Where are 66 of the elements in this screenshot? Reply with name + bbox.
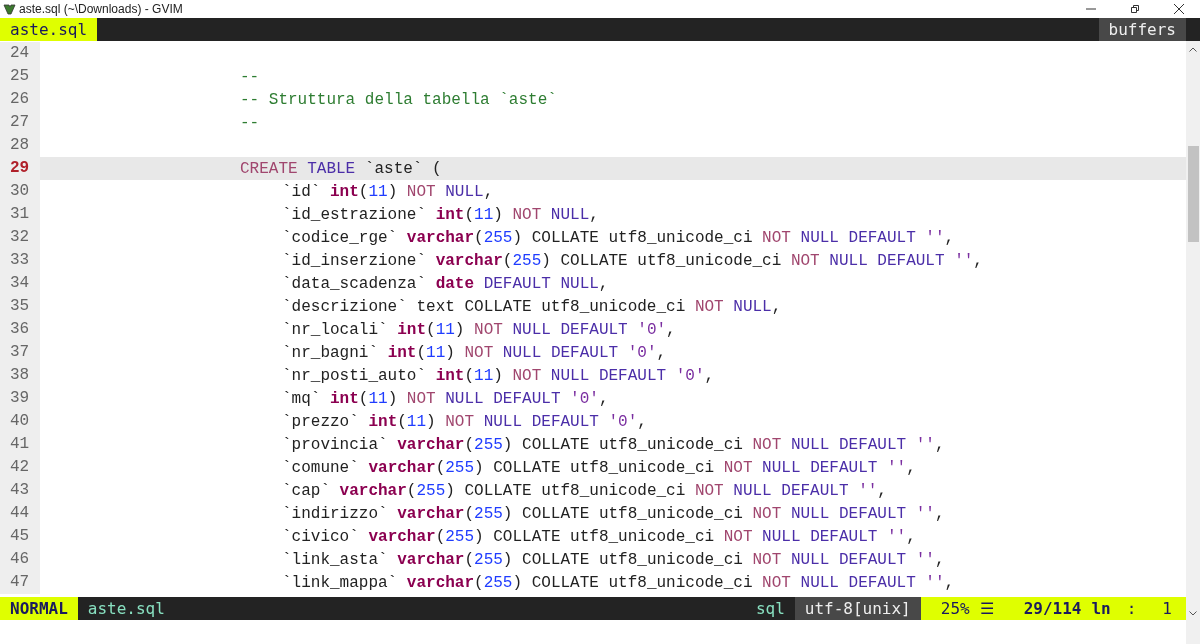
code-line: `indirizzo` varchar(255) COLLATE utf8_unicode_ci NOT NULL DEFAULT '', (281, 503, 945, 525)
line-number: 46 (0, 548, 40, 571)
line-number: 29 (0, 157, 40, 180)
code-line: `civico` varchar(255) COLLATE utf8_unicode_ci NOT NULL DEFAULT '', (281, 526, 916, 548)
line-number: 38 (0, 364, 40, 387)
separator: : (1125, 598, 1138, 620)
scrollbar-thumb[interactable] (1188, 146, 1199, 242)
line-number: 26 (0, 88, 40, 111)
line-number: 24 (0, 42, 40, 65)
code-line: `comune` varchar(255) COLLATE utf8_unicode_ci NOT NULL DEFAULT '', (281, 457, 916, 479)
file-name: aste.sql (86, 598, 166, 620)
code-line: `id_inserzione` varchar(255) COLLATE utf8_unicode_ci NOT NULL DEFAULT '', (281, 250, 983, 272)
code-line: `provincia` varchar(255) COLLATE utf8_unicode_ci NOT NULL DEFAULT '', (281, 434, 945, 456)
restore-icon[interactable] (1130, 4, 1140, 14)
close-icon[interactable] (1174, 4, 1184, 14)
encoding-label: utf-8[unix] (794, 597, 921, 620)
line-number: 31 (0, 203, 40, 226)
line-number: 42 (0, 456, 40, 479)
code-line: `mq` int(11) NOT NULL DEFAULT '0', (281, 388, 609, 410)
scroll-up-icon[interactable] (1189, 47, 1197, 52)
menu-icon: ☰ (979, 597, 994, 620)
column-number: 1 (1161, 598, 1172, 620)
line-number: 41 (0, 433, 40, 456)
code-comment: -- (239, 112, 260, 134)
buffers-label: buffers (1098, 18, 1186, 41)
code-line: `data_scadenza` date DEFAULT NULL, (281, 273, 609, 295)
line-number: 47 (0, 571, 40, 594)
code-line: `nr_bagni` int(11) NOT NULL DEFAULT '0', (281, 342, 667, 364)
code-line: CREATE TABLE `aste` ( (239, 158, 442, 180)
scrollbar[interactable] (1186, 41, 1200, 644)
mode-indicator: NORMAL (0, 597, 78, 620)
line-label: ln (1091, 598, 1111, 620)
code-line: `cap` varchar(255) COLLATE utf8_unicode_ci NOT NULL DEFAULT '', (281, 480, 887, 502)
line-number: 37 (0, 341, 40, 364)
code-line: `link_asta` varchar(255) COLLATE utf8_unicode_ci NOT NULL DEFAULT '', (281, 549, 945, 571)
code-line: `link_mappa` varchar(255) COLLATE utf8_unicode_ci NOT NULL DEFAULT '', (281, 572, 955, 594)
buffer-tab[interactable]: aste.sql (0, 18, 98, 41)
line-number: 36 (0, 318, 40, 341)
line-number: 45 (0, 525, 40, 548)
code-line: `nr_posti_auto` int(11) NOT NULL DEFAULT '0', (281, 365, 715, 387)
line-number: 39 (0, 387, 40, 410)
code-comment: -- Struttura della tabella `aste` (239, 89, 557, 111)
code-line: `nr_locali` int(11) NOT NULL DEFAULT '0', (281, 319, 676, 341)
code-line: `id_estrazione` int(11) NOT NULL, (281, 204, 599, 226)
window-title: aste.sql (~\Downloads) - GVIM (19, 1, 183, 18)
line-number: 30 (0, 180, 40, 203)
code-line: `descrizione` text COLLATE utf8_unicode_ci NOT NULL, (281, 296, 782, 318)
line-number: 34 (0, 272, 40, 295)
line-number: 40 (0, 410, 40, 433)
line-number: 25 (0, 65, 40, 88)
code-line: `prezzo` int(11) NOT NULL DEFAULT '0', (281, 411, 647, 433)
line-position: 29/114 (1023, 598, 1082, 620)
line-number: 43 (0, 479, 40, 502)
line-number: 33 (0, 249, 40, 272)
scroll-down-icon[interactable] (1189, 611, 1197, 616)
app-icon (3, 2, 16, 16)
code-line: `id` int(11) NOT NULL, (281, 181, 494, 203)
code-comment: -- (239, 66, 260, 88)
code-line: `codice_rge` varchar(255) COLLATE utf8_unicode_ci NOT NULL DEFAULT '', (281, 227, 955, 249)
line-number: 32 (0, 226, 40, 249)
line-number: 28 (0, 134, 40, 157)
line-number: 27 (0, 111, 40, 134)
scroll-percent: 25% (940, 598, 970, 620)
line-number: 44 (0, 502, 40, 525)
line-number: 35 (0, 295, 40, 318)
filetype-label: sql (754, 598, 786, 620)
